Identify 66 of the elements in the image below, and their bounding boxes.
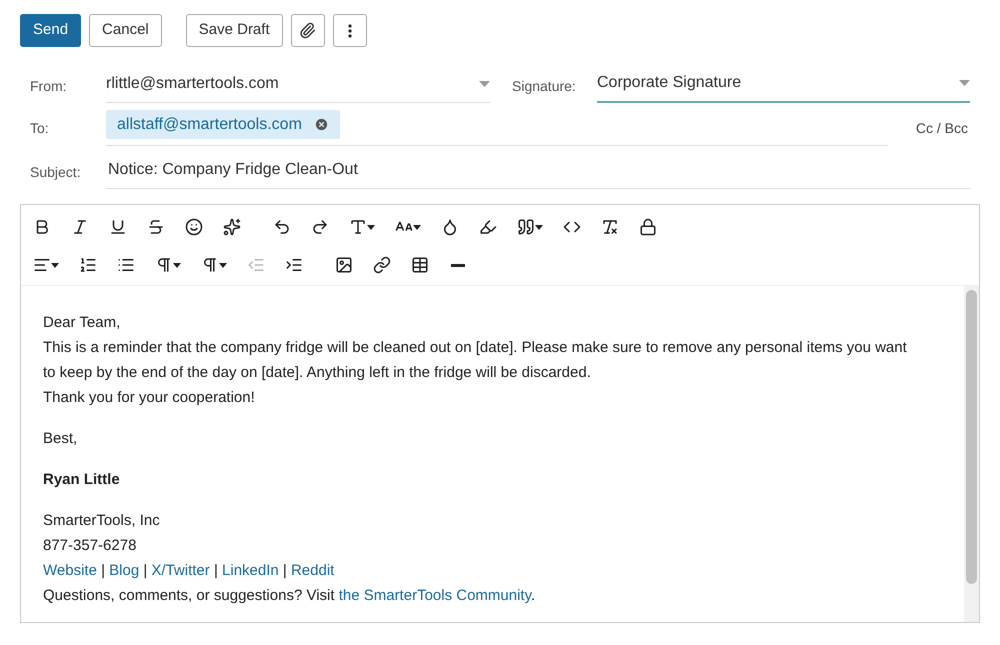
body-paragraph: Best,: [43, 429, 78, 449]
cc-bcc-link[interactable]: Cc / Bcc: [916, 118, 970, 138]
outdent-icon: [247, 256, 265, 274]
underline-icon: [109, 218, 127, 236]
align-icon: [33, 256, 51, 274]
dropdown-caret-icon: [479, 81, 490, 87]
scrollbar-thumb[interactable]: [966, 290, 977, 584]
attach-button[interactable]: [290, 14, 325, 47]
save-draft-button[interactable]: Save Draft: [186, 14, 283, 47]
bullet-list-icon: [117, 256, 135, 274]
from-select[interactable]: rlittle@smartertools.com: [106, 72, 490, 103]
undo-icon: [273, 218, 291, 236]
dropdown-caret-icon: [959, 80, 970, 86]
signature-select[interactable]: Corporate Signature: [597, 71, 970, 103]
remove-icon[interactable]: [314, 117, 329, 132]
font-icon: [349, 218, 367, 236]
link[interactable]: X/Twitter: [151, 562, 210, 579]
signature-line: Questions, comments, or suggestions? Visit the SmarterTools Community.: [43, 586, 536, 606]
scrollbar[interactable]: [964, 286, 979, 622]
signature-line: Website | Blog | X/Twitter | LinkedIn | Reddit: [43, 561, 336, 581]
link[interactable]: LinkedIn: [222, 562, 279, 579]
body-paragraph: Ryan Little: [43, 470, 121, 490]
quote-icon: [517, 218, 535, 236]
recipient-chip[interactable]: allstaff@smartertools.com: [106, 110, 340, 139]
link[interactable]: the SmarterTools Community: [338, 587, 531, 604]
paragraph-icon: [155, 256, 173, 274]
indent-icon: [285, 256, 303, 274]
more-icon: [348, 24, 352, 38]
body-paragraph: Thank you for your cooperation!: [43, 388, 256, 408]
paragraph-style-icon: [201, 256, 219, 274]
body-paragraph: SmarterTools, Inc: [43, 511, 161, 531]
smiley-icon: [185, 218, 203, 236]
link-icon: [373, 256, 391, 274]
from-label: From:: [30, 77, 68, 96]
caret-icon: [51, 262, 59, 268]
link[interactable]: Blog: [109, 562, 140, 579]
send-button[interactable]: Send: [20, 14, 82, 47]
link[interactable]: Website: [43, 562, 97, 579]
caret-icon: [413, 224, 421, 230]
body-paragraph: 877-357-6278: [43, 536, 138, 556]
body-paragraph: This is a reminder that the company fridge will be cleaned out on [date]. Please make sure to remove any personal items you want to keep by the end of the day on [date]. Anything left in the fridge will be discarded.: [43, 338, 908, 383]
more-button[interactable]: [332, 14, 367, 47]
image-icon: [335, 256, 353, 274]
to-field[interactable]: allstaff@smartertools.com: [106, 110, 888, 146]
highlighter-icon: [479, 218, 497, 236]
caret-icon: [367, 224, 375, 230]
strikethrough-icon: [147, 218, 165, 236]
redo-icon: [311, 218, 329, 236]
subject-label: Subject:: [30, 163, 82, 182]
to-label: To:: [30, 118, 50, 138]
sparkle-icon: [223, 218, 241, 236]
signature-label: Signature:: [512, 77, 577, 96]
caret-icon: [173, 262, 181, 268]
subject-field[interactable]: Notice: Company Fridge Clean-Out: [106, 152, 970, 189]
table-icon: [411, 256, 429, 274]
body-paragraph: Dear Team,: [43, 313, 122, 333]
cancel-button[interactable]: Cancel: [89, 14, 162, 47]
caret-icon: [535, 224, 543, 230]
italic-icon: [71, 218, 89, 236]
text-color-icon: [441, 218, 459, 236]
numbered-list-icon: [79, 256, 97, 274]
link[interactable]: Reddit: [290, 562, 334, 579]
lock-icon: [639, 218, 657, 236]
caret-icon: [219, 262, 227, 268]
clear-formatting-icon: [601, 218, 619, 236]
paperclip-icon: [299, 22, 316, 39]
